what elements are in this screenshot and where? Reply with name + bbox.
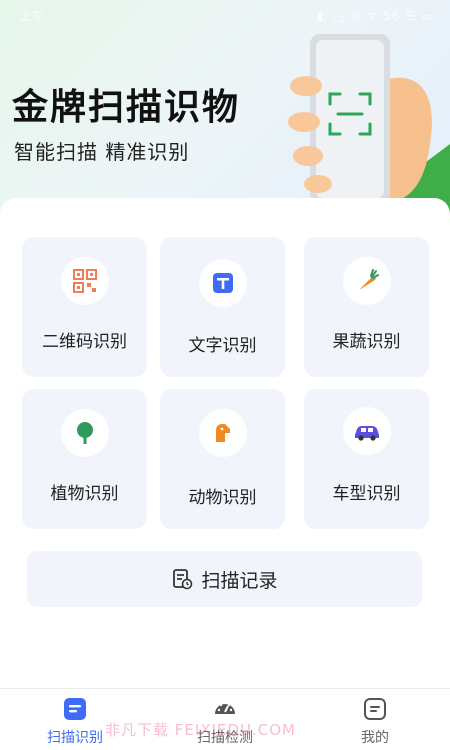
tile-car[interactable]: 车型识别 [304, 389, 429, 529]
tab-mine-label: 我的 [361, 730, 389, 746]
scan-history-button[interactable]: 扫描记录 [27, 551, 422, 607]
tile-produce-label: 果蔬识别 [332, 332, 401, 352]
scan-history-label: 扫描记录 [201, 569, 278, 592]
tile-qr-code-label: 二维码识别 [42, 332, 127, 352]
tile-qr-code[interactable]: 二维码识别 [22, 237, 147, 377]
tile-plant-label: 植物识别 [50, 484, 119, 504]
text-icon [198, 259, 247, 307]
status-time: 上午 [20, 9, 45, 23]
scan-recognize-tab-icon [64, 698, 86, 720]
hero-subtitle: 智能扫描 精准识别 [14, 140, 190, 164]
tab-mine[interactable]: 我的 [300, 689, 450, 750]
tab-scan-detect[interactable]: 扫描检测 [150, 689, 300, 750]
history-document-icon [173, 569, 193, 590]
tab-scan-recognize[interactable]: 扫描识别 [0, 689, 150, 750]
status-icons: ◐ ▢ ✉ ᯤ 56 ☰ ▭ [316, 9, 434, 23]
carrot-icon [342, 257, 391, 305]
tile-text-label: 文字识别 [188, 336, 257, 356]
tile-car-label: 车型识别 [332, 484, 401, 504]
tree-icon [60, 409, 109, 457]
hero-banner: 上午 ◐ ▢ ✉ ᯤ 56 ☰ ▭ 金牌扫描识物 智能扫描 精准识别 [0, 0, 450, 230]
tile-animal[interactable]: 动物识别 [160, 389, 285, 529]
dog-icon [198, 409, 247, 457]
qr-code-icon [60, 257, 109, 305]
gauge-icon [215, 701, 235, 714]
tile-produce[interactable]: 果蔬识别 [304, 237, 429, 377]
car-icon [342, 407, 391, 455]
tile-text[interactable]: 文字识别 [160, 237, 285, 377]
tile-plant[interactable]: 植物识别 [22, 389, 147, 529]
hero-title: 金牌扫描识物 [12, 87, 241, 128]
profile-icon [364, 698, 386, 720]
tile-animal-label: 动物识别 [188, 488, 257, 508]
bottom-tab-bar: 扫描识别 扫描检测 我的 [0, 688, 450, 750]
phone-in-hand-illustration [288, 34, 450, 224]
tab-scan-detect-label: 扫描检测 [197, 730, 253, 746]
tab-scan-recognize-label: 扫描识别 [47, 730, 103, 746]
